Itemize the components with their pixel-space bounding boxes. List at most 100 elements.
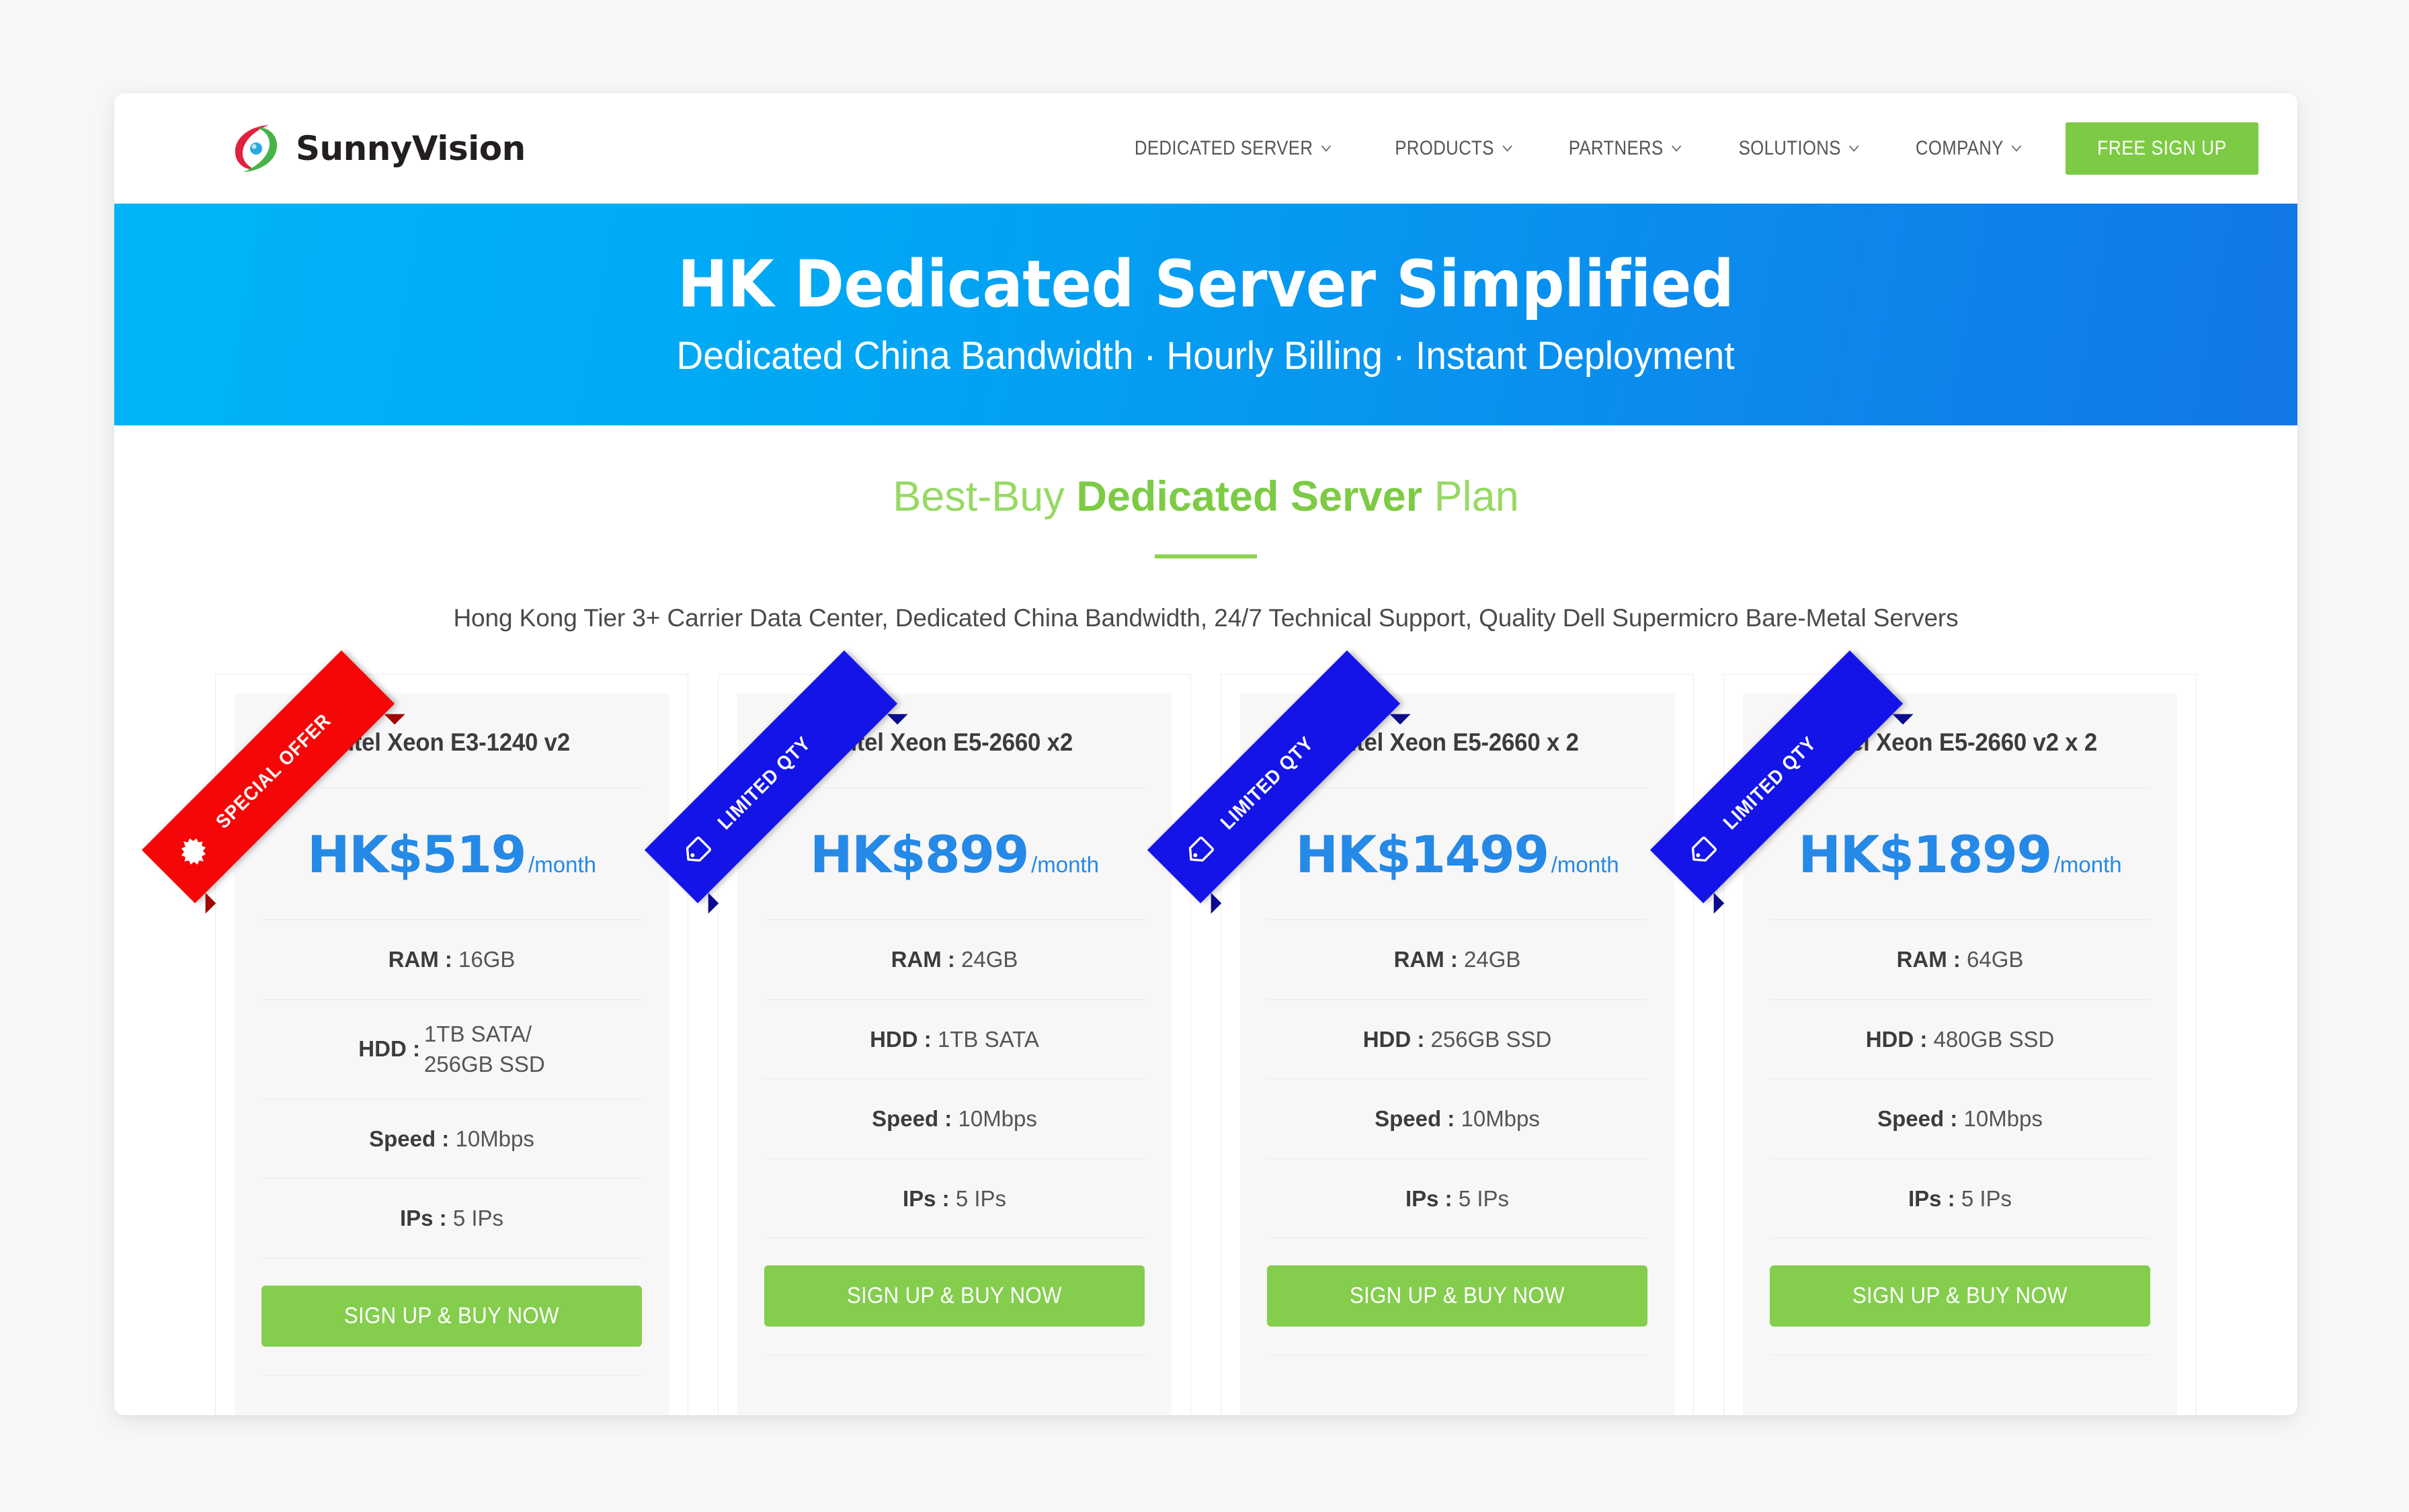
nav-item-products[interactable]: PRODUCTS xyxy=(1379,137,1528,160)
spec-value: 10Mbps xyxy=(958,1106,1037,1132)
spec-value: 5 IPs xyxy=(955,1185,1007,1211)
price-tag-icon xyxy=(674,829,718,873)
section-title-pre: Best-Buy xyxy=(893,473,1077,520)
site-logo[interactable]: SunnyVision xyxy=(229,122,526,175)
spec-key: Speed : xyxy=(872,1106,952,1132)
nav-item-partners[interactable]: PARTNERS xyxy=(1553,137,1699,160)
chevron-down-icon xyxy=(2011,144,2022,153)
section-title-post: Plan xyxy=(1422,473,1519,520)
plan-price: HK$1499/month xyxy=(1267,788,1647,920)
plan-tail-spacer xyxy=(261,1376,642,1415)
spec-value: 1TB SATA/ 256GB SSD xyxy=(423,1021,545,1077)
sign-up-buy-now-button[interactable]: SIGN UP & BUY NOW xyxy=(1267,1265,1647,1327)
spec-key: IPs : xyxy=(1405,1185,1453,1211)
nav-item-solutions[interactable]: SOLUTIONS xyxy=(1722,137,1875,160)
spec-key: HDD : xyxy=(870,1026,932,1052)
plan-price-period: /month xyxy=(1031,852,1099,877)
pricing-card-inner: Intel Xeon E5-2660 x2 HK$899/month RAM :… xyxy=(737,694,1172,1415)
pricing-card-inner: Intel Xeon E5-2660 v2 x 2 HK$1899/month … xyxy=(1743,694,2177,1415)
chevron-down-icon xyxy=(1501,144,1512,153)
pricing-card: SPECIAL OFFER Intel Xeon E3-1240 v2 HK$5… xyxy=(141,650,688,1415)
spec-key: HDD : xyxy=(358,1036,420,1062)
nav-label: DEDICATED SERVER xyxy=(1134,137,1313,159)
spec-value: 5 IPs xyxy=(452,1206,504,1231)
price-tag-icon xyxy=(1680,829,1723,873)
free-sign-up-button[interactable]: FREE SIGN UP xyxy=(2066,122,2258,175)
price-tag-icon xyxy=(1177,829,1221,873)
sign-up-buy-now-button[interactable]: SIGN UP & BUY NOW xyxy=(764,1265,1145,1327)
pricing-card: LIMITED QTY Intel Xeon E5-2660 v2 x 2 HK… xyxy=(1649,650,2197,1415)
spec-row-hdd: HDD : 480GB SSD xyxy=(1770,1000,2150,1080)
spec-row-hdd: HDD : 1TB SATA xyxy=(764,1000,1145,1080)
spec-key: Speed : xyxy=(1375,1106,1455,1132)
spec-row-hdd: HDD : 1TB SATA/ 256GB SSD xyxy=(261,1000,642,1099)
chevron-down-icon xyxy=(1320,144,1331,153)
plan-price-period: /month xyxy=(1551,852,1619,877)
spec-value: 480GB SSD xyxy=(1933,1026,2055,1052)
starburst-badge-icon xyxy=(171,829,215,873)
free-sign-up-label: FREE SIGN UP xyxy=(2097,137,2227,159)
spec-key: Speed : xyxy=(1877,1106,1958,1132)
spec-value: 16GB xyxy=(458,947,516,972)
plan-tail-spacer xyxy=(1770,1355,2150,1415)
section-title-divider xyxy=(1155,554,1257,558)
spec-key: IPs : xyxy=(902,1185,950,1211)
plan-tail-spacer xyxy=(764,1355,1145,1415)
nav-item-dedicated-server[interactable]: DEDICATED SERVER xyxy=(1118,137,1348,160)
spec-key: IPs : xyxy=(399,1206,447,1231)
spec-value: 10Mbps xyxy=(1963,1106,2043,1132)
pricing-card-inner: Intel Xeon E3-1240 v2 HK$519/month RAM :… xyxy=(235,694,669,1415)
spec-row-speed: Speed : 10Mbps xyxy=(261,1099,642,1179)
pricing-card: LIMITED QTY Intel Xeon E5-2660 x2 HK$899… xyxy=(644,650,1191,1415)
spec-value: 5 IPs xyxy=(1961,1185,2012,1211)
sunnyvision-swirl-logo-icon xyxy=(229,122,284,175)
nav-label: COMPANY xyxy=(1915,137,2004,159)
spec-value: 1TB SATA xyxy=(937,1026,1039,1052)
plan-cta-row: SIGN UP & BUY NOW xyxy=(1267,1238,1647,1356)
main-navigation: DEDICATED SERVER PRODUCTS PARTNERS SOLUT… xyxy=(1100,122,2258,175)
spec-row-hdd: HDD : 256GB SSD xyxy=(1267,1000,1647,1080)
section-title-strong: Dedicated Server xyxy=(1076,473,1423,520)
nav-label: PARTNERS xyxy=(1568,137,1664,159)
plan-price: HK$519/month xyxy=(261,788,642,920)
chevron-down-icon xyxy=(1848,144,1859,153)
spec-key: Speed : xyxy=(369,1126,450,1151)
nav-label: PRODUCTS xyxy=(1394,137,1494,159)
plan-cta-row: SIGN UP & BUY NOW xyxy=(1770,1238,2150,1356)
spec-key: RAM : xyxy=(388,947,452,972)
spec-row-speed: Speed : 10Mbps xyxy=(1267,1079,1647,1159)
chevron-down-icon xyxy=(1671,144,1682,153)
hero-subtitle: Dedicated China Bandwidth · Hourly Billi… xyxy=(676,333,1736,378)
logo-text: SunnyVision xyxy=(296,129,526,168)
sign-up-buy-now-button[interactable]: SIGN UP & BUY NOW xyxy=(1770,1265,2150,1327)
nav-item-company[interactable]: COMPANY xyxy=(1900,137,2039,160)
spec-row-ram: RAM : 64GB xyxy=(1770,920,2150,1000)
sign-up-buy-now-button[interactable]: SIGN UP & BUY NOW xyxy=(261,1285,642,1347)
spec-row-ips: IPs : 5 IPs xyxy=(261,1179,642,1259)
spec-value: 10Mbps xyxy=(1461,1106,1540,1132)
plan-cta-row: SIGN UP & BUY NOW xyxy=(764,1238,1145,1356)
plan-price-amount: HK$1499 xyxy=(1295,825,1549,884)
spec-row-ram: RAM : 24GB xyxy=(764,920,1145,1000)
plan-price-amount: HK$519 xyxy=(307,825,527,884)
spec-row-speed: Speed : 10Mbps xyxy=(1770,1079,2150,1159)
site-header: SunnyVision DEDICATED SERVER PRODUCTS PA… xyxy=(114,93,2297,204)
plan-price-period: /month xyxy=(2053,852,2122,877)
pricing-grid: SPECIAL OFFER Intel Xeon E3-1240 v2 HK$5… xyxy=(114,650,2297,1415)
page-container: SunnyVision DEDICATED SERVER PRODUCTS PA… xyxy=(114,93,2297,1415)
spec-value: 5 IPs xyxy=(1458,1185,1510,1211)
spec-key: HDD : xyxy=(1865,1026,1928,1052)
spec-row-speed: Speed : 10Mbps xyxy=(764,1079,1145,1159)
plan-price-amount: HK$1899 xyxy=(1798,825,2052,884)
spec-row-ips: IPs : 5 IPs xyxy=(1770,1159,2150,1239)
pricing-card: LIMITED QTY Intel Xeon E5-2660 x 2 HK$14… xyxy=(1147,650,1694,1415)
plan-price-period: /month xyxy=(528,852,596,877)
spec-key: IPs : xyxy=(1908,1185,1955,1211)
plan-price: HK$899/month xyxy=(764,788,1145,920)
spec-value: 24GB xyxy=(961,947,1018,972)
spec-row-ram: RAM : 24GB xyxy=(1267,920,1647,1000)
plan-cta-row: SIGN UP & BUY NOW xyxy=(261,1259,642,1376)
spec-key: RAM : xyxy=(1896,947,1961,972)
section-header: Best-Buy Dedicated Server Plan Hong Kong… xyxy=(114,425,2297,632)
plan-price-amount: HK$899 xyxy=(810,825,1030,884)
